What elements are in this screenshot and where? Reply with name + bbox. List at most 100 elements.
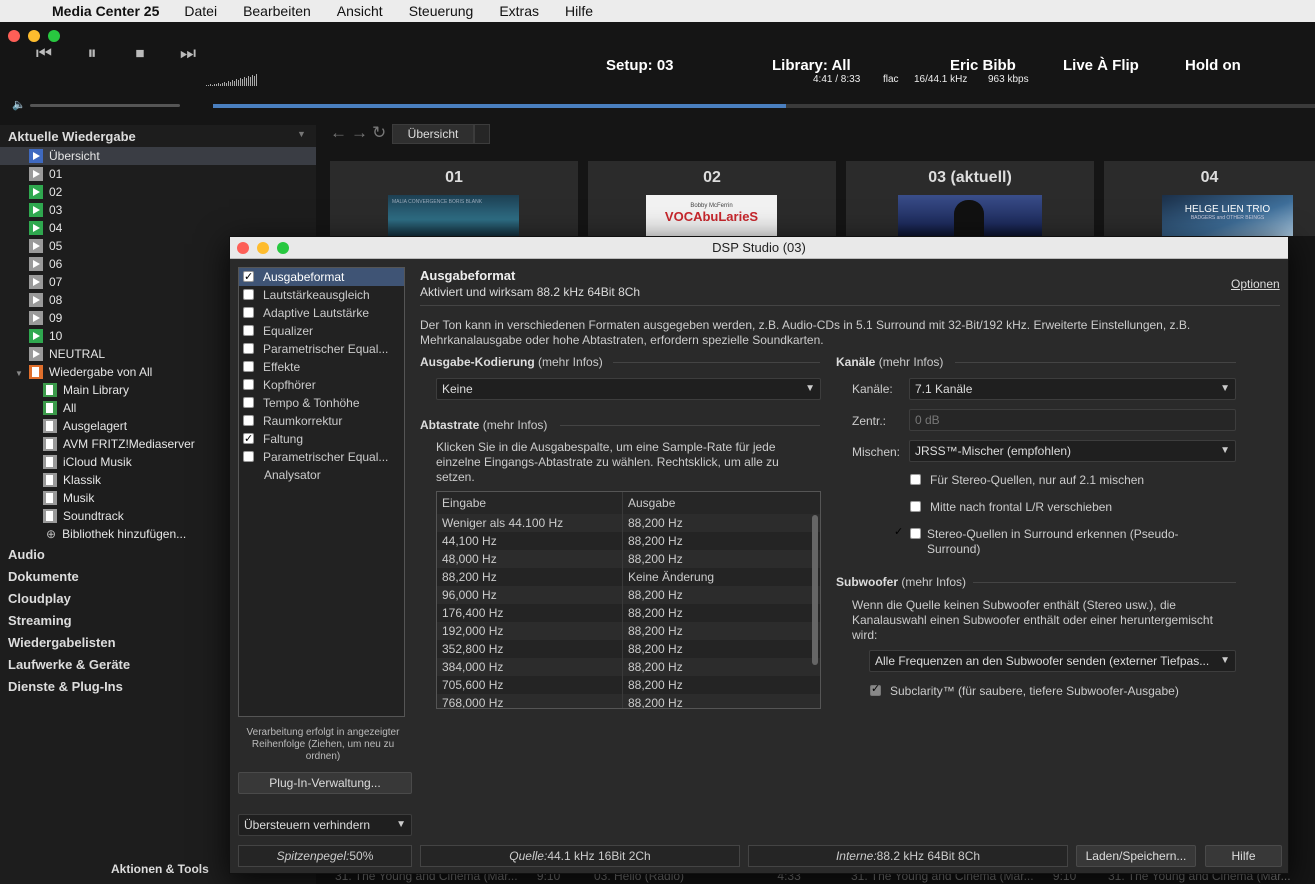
sidebar-item-02[interactable]: 02 [0, 183, 316, 201]
setup-label[interactable]: Setup: 03 [606, 57, 674, 74]
sidebar-section-wiedergabelisten[interactable]: Wiedergabelisten [8, 635, 116, 650]
sidebar-item-04[interactable]: 04 [0, 219, 316, 237]
dsp-item-adaptive-lautstaerke[interactable]: Adaptive Lautstärke [239, 304, 404, 322]
checkbox[interactable] [243, 325, 254, 336]
output-rate-cell[interactable]: 88,200 Hz [623, 604, 683, 622]
checkbox[interactable] [243, 379, 254, 390]
table-row[interactable]: 352,800 Hz 88,200 Hz [437, 640, 820, 658]
subclarity-checkbox[interactable]: Subclarity™ (für saubere, tiefere Subwoo… [870, 682, 1179, 699]
encoding-select[interactable]: Keine ▼ [436, 378, 821, 400]
dsp-item-ausgabeformat[interactable]: Ausgabeformat [239, 268, 404, 286]
close-window-button[interactable] [8, 30, 20, 42]
load-save-button[interactable]: Laden/Speichern... [1076, 845, 1196, 867]
zoom-window-button[interactable] [48, 30, 60, 42]
table-row[interactable]: 192,000 Hz 88,200 Hz [437, 622, 820, 640]
collapse-arrow-icon[interactable]: ▼ [297, 129, 306, 139]
menu-ansicht[interactable]: Ansicht [324, 3, 396, 19]
table-scrollbar[interactable] [812, 515, 818, 665]
table-row[interactable]: 768,000 Hz 88,200 Hz [437, 694, 820, 708]
table-row[interactable]: 44,100 Hz 88,200 Hz [437, 532, 820, 550]
dsp-item-tempo[interactable]: Tempo & Tonhöhe [239, 394, 404, 412]
output-rate-cell[interactable]: 88,200 Hz [623, 658, 683, 676]
dsp-item-analysator[interactable]: Analysator [239, 466, 404, 484]
more-info-link[interactable]: (mehr Infos) [901, 575, 966, 589]
checkbox[interactable] [870, 682, 881, 697]
checkbox[interactable] [243, 451, 254, 462]
channels-select[interactable]: 7.1 Kanäle ▼ [909, 378, 1236, 400]
menu-hilfe[interactable]: Hilfe [552, 3, 606, 19]
dsp-item-parametric-eq-1[interactable]: Parametrischer Equal... [239, 340, 404, 358]
dialog-zoom-button[interactable] [277, 242, 289, 254]
table-row[interactable]: 48,000 Hz 88,200 Hz [437, 550, 820, 568]
output-rate-cell[interactable]: 88,200 Hz [623, 532, 683, 550]
clipping-select[interactable]: Übersteuern verhindern ▼ [238, 814, 412, 836]
pause-icon[interactable]: ⏸ [78, 43, 106, 64]
more-info-link[interactable]: (mehr Infos) [483, 418, 548, 432]
checkbox[interactable] [243, 268, 254, 286]
dialog-close-button[interactable] [237, 242, 249, 254]
sidebar-section-streaming[interactable]: Streaming [8, 613, 72, 628]
dsp-item-parametric-eq-2[interactable]: Parametrischer Equal... [239, 448, 404, 466]
mixer-select[interactable]: JRSS™-Mischer (empfohlen) ▼ [909, 440, 1236, 462]
output-rate-cell[interactable]: 88,200 Hz [623, 550, 683, 568]
sidebar-header-now-playing[interactable]: Aktuelle Wiedergabe [8, 129, 136, 144]
dsp-item-effekte[interactable]: Effekte [239, 358, 404, 376]
tab-uebersicht[interactable]: Übersicht [392, 124, 474, 144]
checkbox[interactable] [243, 430, 254, 448]
sidebar-item-01[interactable]: 01 [0, 165, 316, 183]
dsp-item-kopfhoerer[interactable]: Kopfhörer [239, 376, 404, 394]
plugin-manager-button[interactable]: Plug-In-Verwaltung... [238, 772, 412, 794]
sidebar-section-cloudplay[interactable]: Cloudplay [8, 591, 71, 606]
output-rate-cell[interactable]: 88,200 Hz [623, 586, 683, 604]
help-button[interactable]: Hilfe [1205, 845, 1282, 867]
output-rate-cell[interactable]: 88,200 Hz [623, 514, 683, 532]
table-row[interactable]: 96,000 Hz 88,200 Hz [437, 586, 820, 604]
menu-steuerung[interactable]: Steuerung [396, 3, 487, 19]
checkbox[interactable] [910, 501, 921, 512]
table-row[interactable]: 705,600 Hz 88,200 Hz [437, 676, 820, 694]
library-label[interactable]: Library: All [772, 57, 851, 74]
output-rate-cell[interactable]: 88,200 Hz [623, 676, 683, 694]
sidebar-item-uebersicht[interactable]: Übersicht [0, 147, 316, 165]
sidebar-section-dienste[interactable]: Dienste & Plug-Ins [8, 679, 123, 694]
checkbox[interactable] [910, 474, 921, 485]
previous-icon[interactable]: ⏮ [30, 43, 58, 64]
checkbox[interactable] [243, 397, 254, 408]
output-rate-cell[interactable]: 88,200 Hz [623, 694, 683, 708]
dsp-item-equalizer[interactable]: Equalizer [239, 322, 404, 340]
menu-extras[interactable]: Extras [486, 3, 552, 19]
output-rate-cell[interactable]: 88,200 Hz [623, 622, 683, 640]
sidebar-section-dokumente[interactable]: Dokumente [8, 569, 79, 584]
checkbox[interactable] [243, 307, 254, 318]
checkbox[interactable] [910, 528, 921, 539]
sidebar-section-audio[interactable]: Audio [8, 547, 45, 562]
app-menu[interactable]: Media Center 25 [34, 3, 171, 19]
table-row[interactable]: 176,400 Hz 88,200 Hz [437, 604, 820, 622]
actions-tools-button[interactable]: Aktionen & Tools [111, 862, 209, 876]
dsp-item-lautstaerkeausgleich[interactable]: Lautstärkeausgleich [239, 286, 404, 304]
center-level-field[interactable]: 0 dB [909, 409, 1236, 431]
dsp-item-faltung[interactable]: Faltung [239, 430, 404, 448]
forward-arrow-icon[interactable]: → [351, 123, 372, 142]
table-row[interactable]: 384,000 Hz 88,200 Hz [437, 658, 820, 676]
center-shift-checkbox[interactable]: Mitte nach frontal L/R verschieben [910, 500, 1112, 515]
volume-slider[interactable] [30, 104, 180, 107]
tab-new[interactable] [474, 124, 490, 144]
table-row[interactable]: Weniger als 44.100 Hz 88,200 Hz [437, 514, 820, 532]
refresh-icon[interactable]: ↻ [372, 123, 390, 142]
sidebar-section-laufwerke[interactable]: Laufwerke & Geräte [8, 657, 130, 672]
menu-datei[interactable]: Datei [171, 3, 230, 19]
next-icon[interactable]: ⏭ [174, 43, 202, 64]
stop-icon[interactable]: ⏹ [126, 43, 154, 64]
checkbox[interactable] [243, 289, 254, 300]
output-rate-cell[interactable]: Keine Änderung [623, 568, 714, 586]
sidebar-item-03[interactable]: 03 [0, 201, 316, 219]
more-info-link[interactable]: (mehr Infos) [879, 355, 944, 369]
checkbox[interactable] [243, 343, 254, 354]
expand-arrow-icon[interactable]: ▼ [15, 369, 23, 378]
output-rate-cell[interactable]: 88,200 Hz [623, 640, 683, 658]
subwoofer-select[interactable]: Alle Frequenzen an den Subwoofer senden … [869, 650, 1236, 672]
more-info-link[interactable]: (mehr Infos) [538, 355, 603, 369]
stereo-21-checkbox[interactable]: Für Stereo-Quellen, nur auf 2.1 mischen [910, 473, 1144, 488]
dsp-item-raumkorrektur[interactable]: Raumkorrektur [239, 412, 404, 430]
